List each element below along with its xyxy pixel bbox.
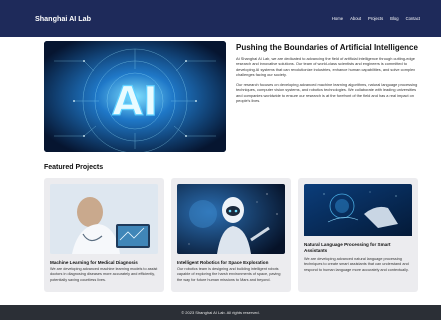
ai-logo-lettering: AI (112, 79, 158, 125)
nav-link-blog[interactable]: Blog (390, 16, 398, 21)
project-card-nlp[interactable]: Natural Language Processing for Smart As… (298, 178, 418, 292)
project-description: We are developing advanced machine learn… (50, 267, 158, 282)
copyright-text: © 2023 Shanghai AI Lab. All rights reser… (181, 310, 260, 315)
site-footer: © 2023 Shanghai AI Lab. All rights reser… (0, 305, 441, 320)
site-logo-text[interactable]: Shanghai AI Lab (35, 14, 91, 23)
robotics-space-image (177, 184, 285, 254)
project-description: Our robotics team is designing and build… (177, 267, 281, 282)
project-card-medical[interactable]: Machine Learning for Medical Diagnosis W… (44, 178, 164, 292)
project-description: We are developing advanced natural langu… (304, 257, 409, 272)
hero-paragraph-2: Our research focuses on developing advan… (236, 82, 418, 104)
ai-brain-illustration: AI (44, 41, 226, 152)
hero-paragraph-1: At Shanghai AI Lab, we are dedicated to … (236, 56, 416, 78)
nav-link-home[interactable]: Home (332, 16, 343, 21)
top-navbar: Shanghai AI Lab Home About Projects Blog… (0, 0, 441, 37)
project-title[interactable]: Natural Language Processing for Smart As… (304, 242, 412, 253)
hero-title: Pushing the Boundaries of Artificial Int… (236, 43, 418, 52)
nav-link-projects[interactable]: Projects (368, 16, 383, 21)
project-title[interactable]: Intelligent Robotics for Space Explorati… (177, 260, 285, 266)
featured-projects-heading: Featured Projects (44, 164, 104, 171)
main-nav: Home About Projects Blog Contact (332, 16, 420, 21)
project-title[interactable]: Machine Learning for Medical Diagnosis (50, 260, 158, 266)
medical-diagnosis-image (50, 184, 158, 254)
nav-link-contact[interactable]: Contact (406, 16, 420, 21)
hero-ai-image: AI (44, 41, 226, 152)
project-card-robotics[interactable]: Intelligent Robotics for Space Explorati… (171, 178, 291, 292)
nav-link-about[interactable]: About (350, 16, 361, 21)
